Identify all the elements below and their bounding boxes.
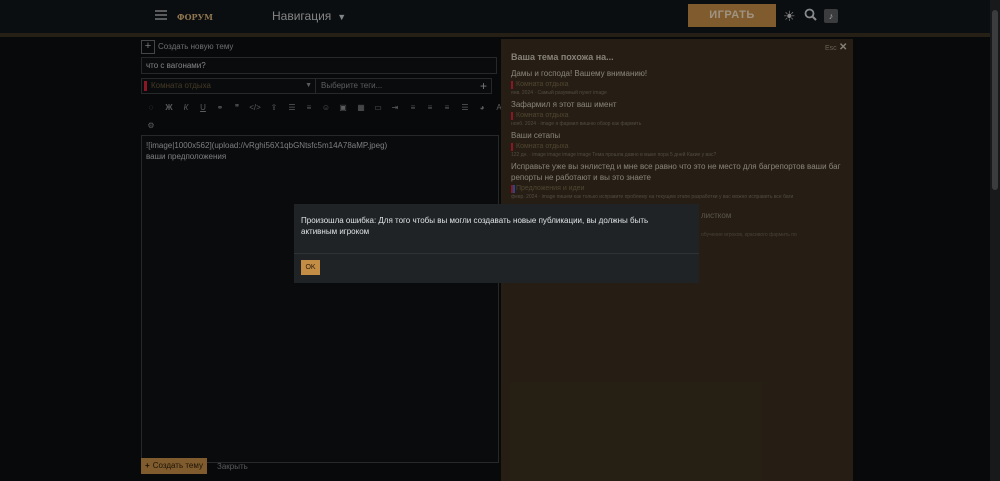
error-dialog: Произошла ошибка: Для того чтобы вы могл… — [294, 204, 699, 283]
scrollbar-thumb[interactable] — [992, 10, 998, 190]
error-message: Произошла ошибка: Для того чтобы вы могл… — [301, 216, 649, 236]
ok-button[interactable]: OK — [301, 260, 320, 275]
page-scrollbar[interactable] — [990, 0, 1000, 481]
dialog-divider — [294, 253, 699, 254]
